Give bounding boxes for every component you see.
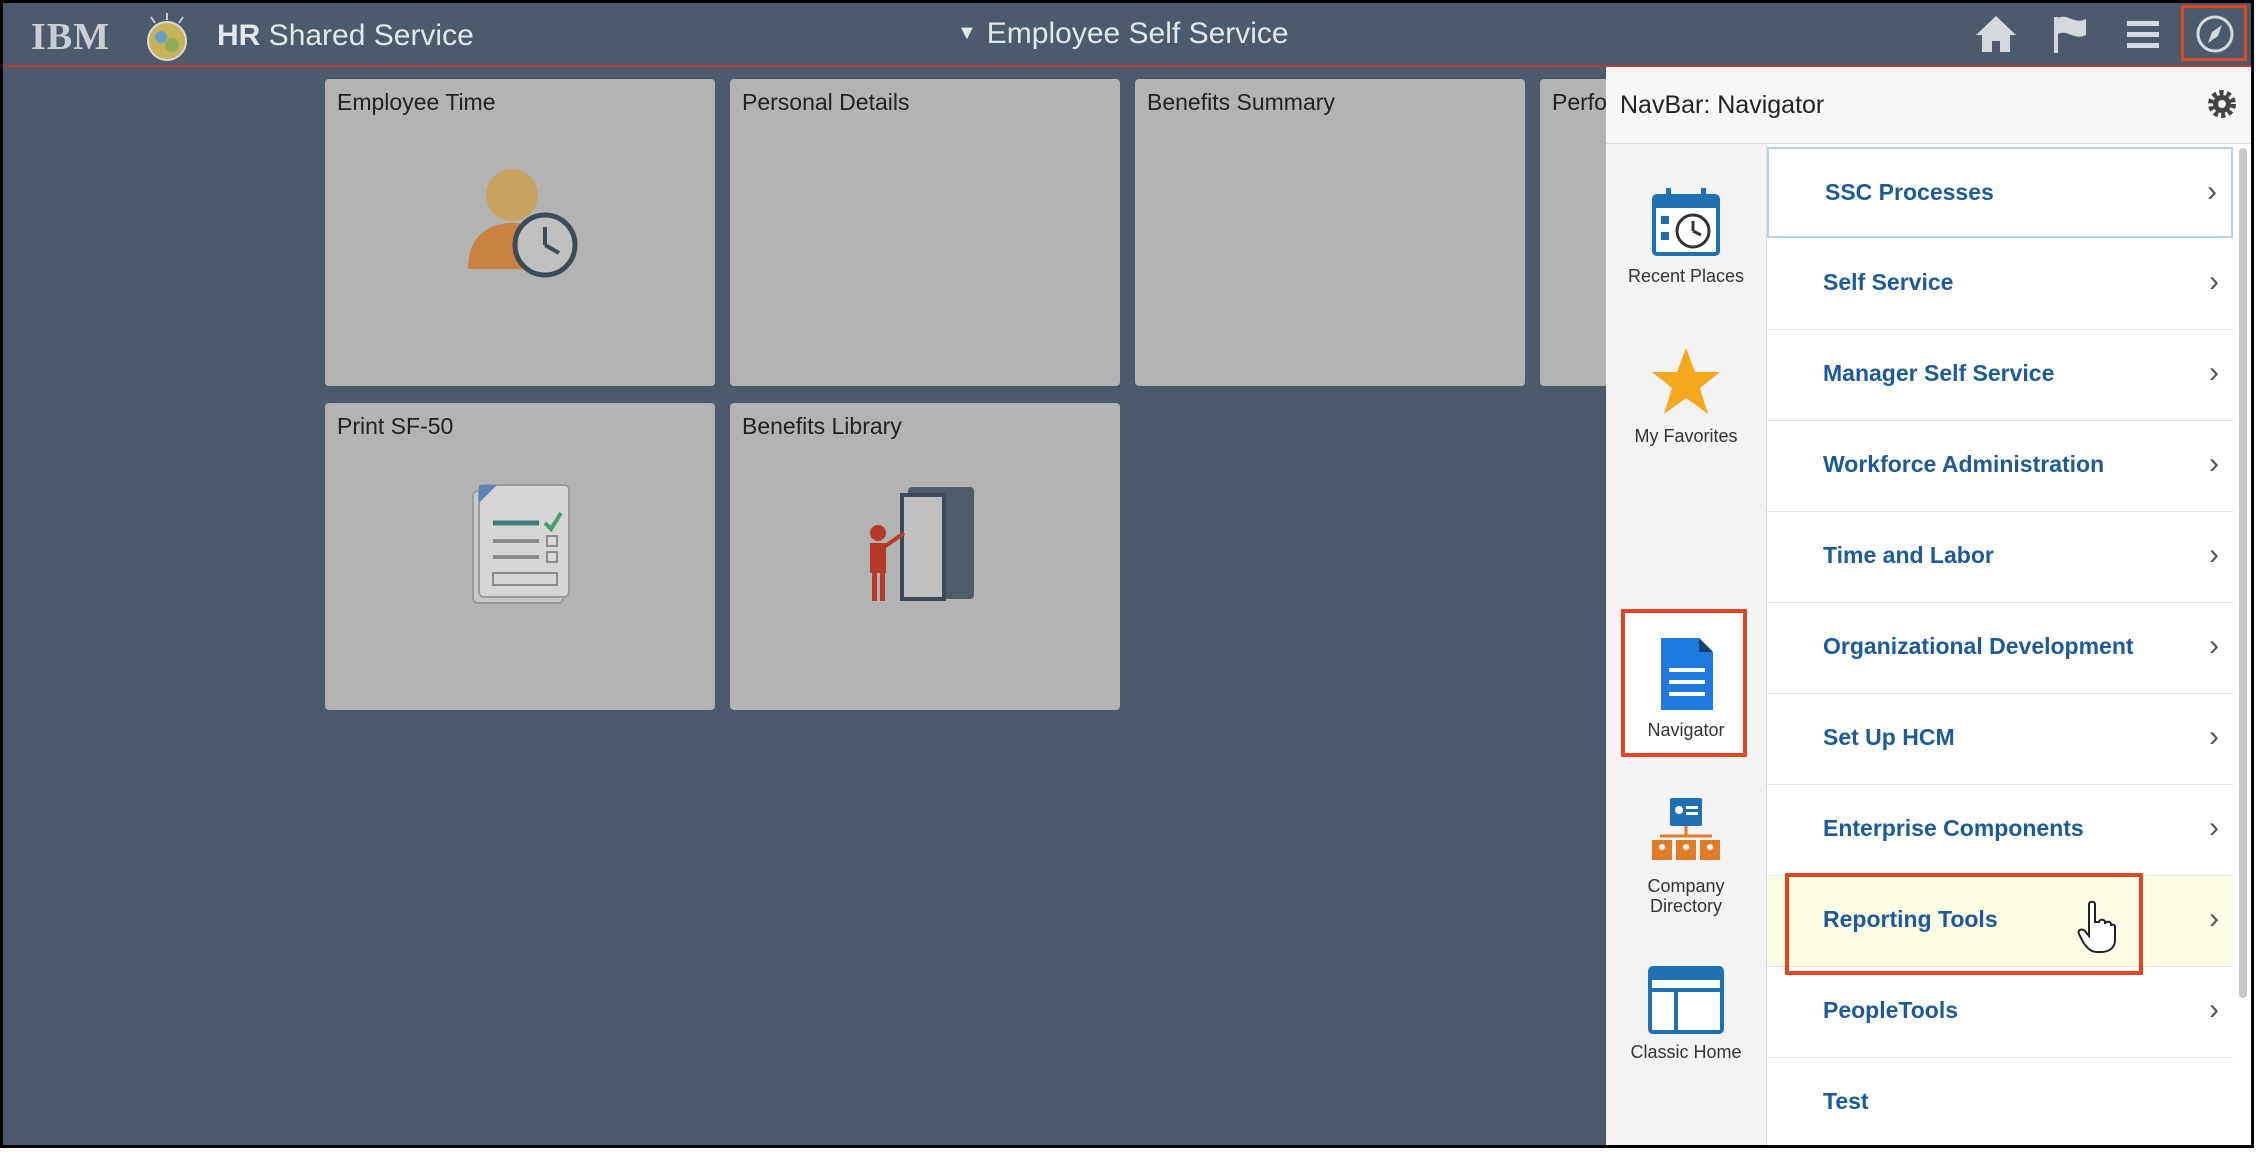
- presenter-door-icon: [870, 487, 974, 601]
- homepage-selector[interactable]: ▼ Employee Self Service: [957, 17, 1289, 51]
- employee-time-icon: [468, 169, 578, 278]
- chevron-right-icon: ›: [2207, 175, 2217, 208]
- menu-icon[interactable]: [2121, 13, 2167, 55]
- menu-item-peopletools[interactable]: PeopleTools ›: [1767, 967, 2233, 1058]
- app-title: HR Shared Service: [217, 19, 474, 52]
- chevron-right-icon: ›: [2209, 356, 2219, 389]
- tile-personal-details[interactable]: Personal Details: [730, 79, 1120, 386]
- caret-down-icon: ▼: [957, 22, 977, 44]
- tile-print-sf50[interactable]: Print SF-50: [325, 403, 715, 710]
- org-chart-icon: [1652, 798, 1720, 860]
- hr-globe-logo-icon: [147, 13, 187, 61]
- sidebar-item-my-favorites[interactable]: My Favorites: [1606, 344, 1766, 446]
- flag-icon[interactable]: [2048, 13, 2094, 55]
- top-banner: IBM HR Shared Service ▼ Employee Self Ser…: [3, 3, 2251, 67]
- chevron-right-icon: ›: [2209, 811, 2219, 844]
- tile-benefits-library[interactable]: Benefits Library: [730, 403, 1120, 710]
- tile-employee-time[interactable]: Employee Time: [325, 79, 715, 386]
- document-checklist-icon: [472, 484, 570, 604]
- navbar-title: NavBar: Navigator: [1620, 91, 1825, 119]
- sidebar-item-classic-home[interactable]: Classic Home: [1606, 964, 1766, 1062]
- menu-item-ssc-processes[interactable]: SSC Processes ›: [1767, 147, 2233, 238]
- chevron-right-icon: ›: [2209, 720, 2219, 753]
- navbar-panel: NavBar: Navigator Recent Places My Favor…: [1606, 67, 2251, 1145]
- screenshot-frame: IBM HR Shared Service ▼ Employee Self Ser…: [0, 0, 2254, 1148]
- menu-item-enterprise-components[interactable]: Enterprise Components ›: [1767, 785, 2233, 876]
- reporting-tools-highlight-box: [1785, 873, 2143, 975]
- chevron-right-icon: ›: [2209, 447, 2219, 480]
- menu-item-time-and-labor[interactable]: Time and Labor ›: [1767, 512, 2233, 603]
- menu-item-workforce-administration[interactable]: Workforce Administration ›: [1767, 421, 2233, 512]
- menu-item-self-service[interactable]: Self Service ›: [1767, 239, 2233, 330]
- chevron-right-icon: ›: [2209, 265, 2219, 298]
- sidebar-item-recent-places[interactable]: Recent Places: [1606, 184, 1766, 286]
- menu-item-set-up-hcm[interactable]: Set Up HCM ›: [1767, 694, 2233, 785]
- navbar-scrollbar[interactable]: [2239, 148, 2247, 998]
- sidebar-item-navigator[interactable]: Navigator: [1606, 634, 1766, 740]
- chevron-right-icon: ›: [2209, 629, 2219, 662]
- navbar-side-tiles: Recent Places My Favorites Navigator Com…: [1606, 144, 1767, 1145]
- home-icon[interactable]: [1973, 13, 2019, 55]
- chevron-right-icon: ›: [2209, 538, 2219, 571]
- menu-item-organizational-development[interactable]: Organizational Development ›: [1767, 603, 2233, 694]
- ibm-logo: IBM: [31, 16, 110, 58]
- sidebar-item-company-directory[interactable]: Company Directory: [1606, 794, 1766, 916]
- tile-benefits-summary[interactable]: Benefits Summary: [1135, 79, 1525, 386]
- menu-item-test[interactable]: Test: [1767, 1058, 2233, 1145]
- document-icon: [1661, 638, 1713, 710]
- gear-icon[interactable]: [2205, 87, 2239, 121]
- calendar-clock-icon: [1652, 188, 1720, 256]
- navbar-header: NavBar: Navigator: [1606, 67, 2251, 144]
- window-icon: [1648, 966, 1724, 1034]
- navbar-highlight-box: [2181, 5, 2247, 61]
- chevron-right-icon: ›: [2209, 902, 2219, 935]
- star-icon: [1652, 348, 1720, 414]
- menu-item-manager-self-service[interactable]: Manager Self Service ›: [1767, 330, 2233, 421]
- chevron-right-icon: ›: [2209, 993, 2219, 1026]
